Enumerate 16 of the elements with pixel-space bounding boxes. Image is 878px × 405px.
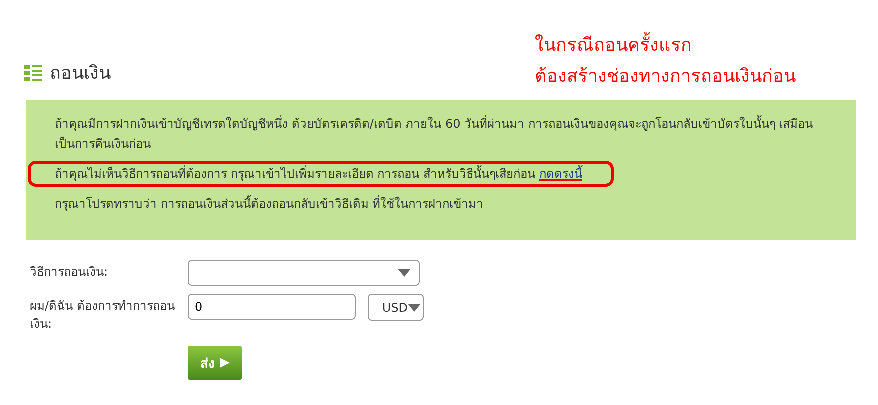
- notice-text: กรุณาโปรดทราบว่า การถอนเงินส่วนนี้ต้องถอนกลับเข้าวิธีเดิม ที่ใช้ในการฝากเข้ามา: [55, 194, 485, 214]
- click-here-link[interactable]: กดตรงนี้: [539, 167, 582, 181]
- annotation-text: ต้องสร้างช่องทางการถอนเงินก่อน: [535, 65, 796, 89]
- notice-text: ถ้าคุณไม่เห็นวิธีการถอนที่ต้องการ กรุณาเข้าไปเพิ่มรายละเอียด การถอน สำหรับวิธีนั้นๆเสียก่อน กดตรงนี้: [28, 161, 614, 187]
- field-label: ผม/ดิฉัน ต้องการทำการถอนเงิน:: [30, 298, 176, 333]
- list-icon: [24, 64, 42, 80]
- caret-icon: [408, 304, 421, 312]
- notice-text: ถ้าคุณมีการฝากเงินเข้าบัญชีเทรดใดบัญชีหนึ่ง ด้วยบัตรเครดิต/เดบิต ภายใน 60 วันที่ผ่านมา การถอนเงินของคุณจะถูกโอนกลับเข้าบัตรใบนั้นๆ เสมือนเป็นการคืนเงินก่อน: [55, 114, 814, 153]
- method-dropdown[interactable]: [188, 260, 420, 286]
- amount-field[interactable]: 0: [188, 294, 356, 320]
- page-title: ถอนเงิน: [50, 62, 111, 86]
- caret-icon: [398, 269, 411, 277]
- field-label: วิธีการถอนเงิน:: [30, 264, 110, 281]
- annotation-text: ในกรณีถอนครั้งแรก: [535, 30, 692, 61]
- currency-dropdown[interactable]: USD: [368, 294, 424, 321]
- play-icon: [220, 358, 230, 368]
